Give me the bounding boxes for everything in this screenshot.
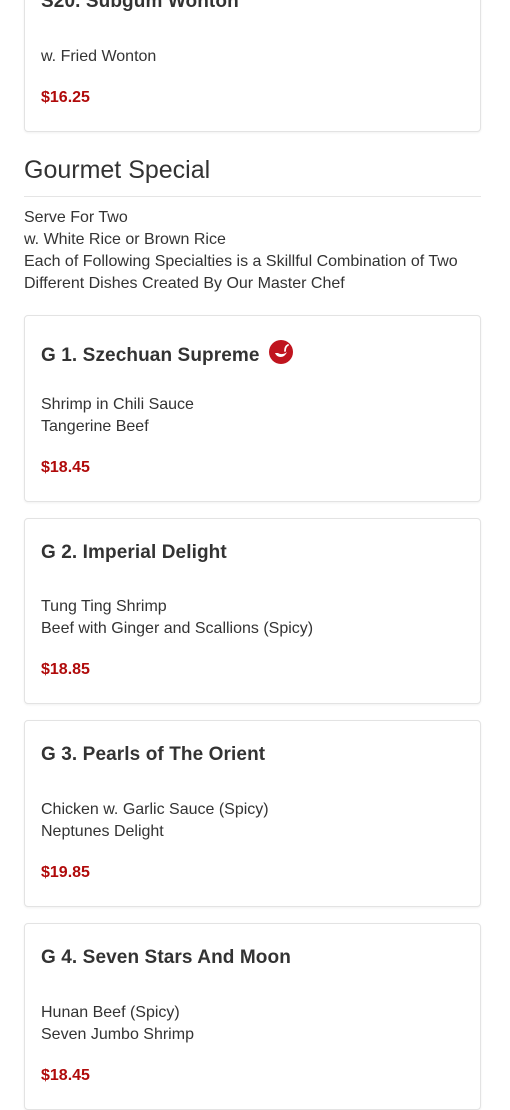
section-note: Each of Following Specialties is a Skill…	[24, 253, 458, 270]
menu-item-title: G 4. Seven Stars And Moon	[41, 947, 291, 968]
menu-item-title: S20. Subgum Wonton	[41, 0, 239, 12]
menu-item-description-line: Beef with Ginger and Scallions (Spicy)	[41, 620, 314, 637]
menu-item-description-line: w. Fried Wonton	[41, 48, 157, 65]
menu-item-description: Tung Ting Shrimp Beef with Ginger and Sc…	[41, 596, 313, 640]
menu-item-card[interactable]: G 2. Imperial Delight Tung Ting Shrimp B…	[24, 518, 481, 704]
menu-item-price: $18.45	[41, 1067, 90, 1084]
menu-item-description-line: Tangerine Beef	[41, 418, 149, 435]
section-title: Gourmet Special	[24, 156, 211, 184]
menu-item-description: w. Fried Wonton	[41, 46, 156, 68]
menu-item-description-line: Shrimp in Chili Sauce	[41, 396, 194, 413]
menu-item-card[interactable]: G 4. Seven Stars And Moon Hunan Beef (Sp…	[24, 923, 481, 1110]
menu-item-card[interactable]: S20. Subgum Wonton w. Fried Wonton $16.2…	[24, 0, 481, 132]
menu-item-description: Chicken w. Garlic Sauce (Spicy) Neptunes…	[41, 799, 269, 843]
menu-item-price: $18.85	[41, 661, 90, 678]
menu-item-title-text: G 1. Szechuan Supreme	[41, 345, 260, 366]
menu-item-title: G 2. Imperial Delight	[41, 542, 227, 563]
menu-item-description: Hunan Beef (Spicy) Seven Jumbo Shrimp	[41, 1002, 194, 1046]
menu-item-description-line: Tung Ting Shrimp	[41, 598, 167, 615]
section-divider	[24, 196, 481, 197]
menu-item-price: $18.45	[41, 459, 90, 476]
menu-item-title: G 3. Pearls of The Orient	[41, 744, 266, 765]
menu-item-card[interactable]: G 3. Pearls of The Orient Chicken w. Gar…	[24, 720, 481, 907]
menu-item-price: $16.25	[41, 89, 90, 106]
menu-item-description-line: Chicken w. Garlic Sauce (Spicy)	[41, 801, 269, 818]
section-note: Different Dishes Created By Our Master C…	[24, 275, 345, 292]
menu-item-price: $19.85	[41, 864, 90, 881]
section-note: w. White Rice or Brown Rice	[24, 231, 226, 248]
menu-item-title: G 1. Szechuan Supreme	[41, 340, 293, 370]
section-notes: Serve For Two w. White Rice or Brown Ric…	[24, 207, 458, 295]
menu-item-description-line: Seven Jumbo Shrimp	[41, 1026, 194, 1043]
menu-item-description-line: Neptunes Delight	[41, 823, 164, 840]
menu-item-description-line: Hunan Beef (Spicy)	[41, 1004, 180, 1021]
menu-item-card[interactable]: G 1. Szechuan Supreme Shrimp in Chili Sa…	[24, 315, 481, 502]
menu-item-description: Shrimp in Chili Sauce Tangerine Beef	[41, 394, 194, 438]
section-note: Serve For Two	[24, 209, 128, 226]
chili-icon	[268, 340, 293, 370]
